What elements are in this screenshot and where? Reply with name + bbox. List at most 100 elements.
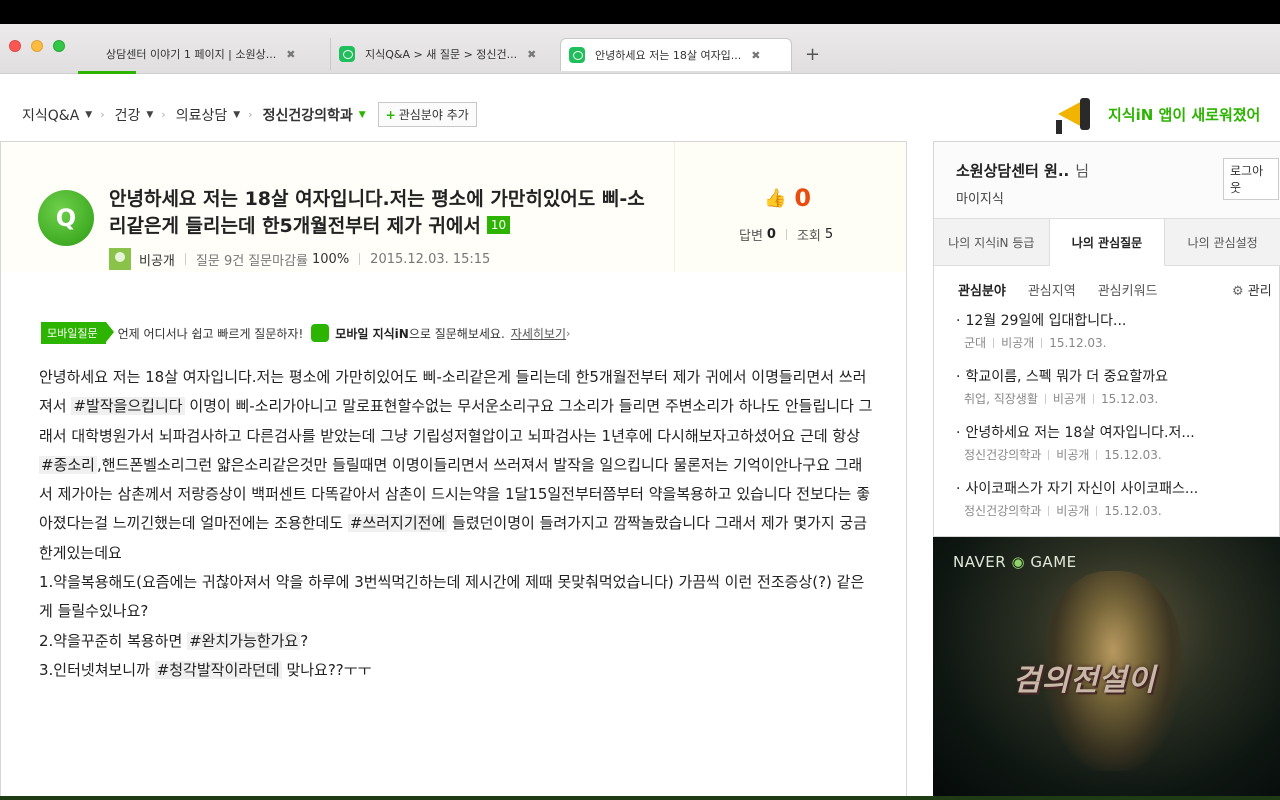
hashtag-link[interactable]: #발작을으킵니다: [71, 397, 185, 416]
caret-down-icon: ▼: [85, 109, 93, 120]
plus-icon: +: [385, 107, 396, 122]
chevron-right-icon: ›: [565, 326, 571, 340]
close-rate-label: 질문마감률: [248, 253, 308, 269]
chevron-right-icon: ›: [248, 108, 253, 121]
list-item-category: 정신건강의학과: [964, 448, 1042, 462]
user-suffix: 님: [1075, 162, 1090, 180]
breadcrumb-label: 지식Q&A: [22, 107, 80, 124]
tab-close-icon[interactable]: ✖: [286, 48, 295, 61]
manage-label: 관리: [1247, 284, 1272, 299]
gear-icon: ⚙: [1232, 284, 1244, 299]
hashtag-link[interactable]: #완치가능한가요: [187, 631, 301, 650]
details-link[interactable]: 자세히보기: [511, 325, 566, 342]
breadcrumb-item-qna[interactable]: 지식Q&A ▼: [22, 105, 100, 125]
answers-count: 0: [766, 227, 776, 242]
tab-close-icon[interactable]: ✖: [751, 49, 760, 62]
browser-tab-2[interactable]: 지식Q&A > 새 질문 > 정신건... ✖: [330, 38, 555, 70]
close-rate: 100%: [312, 251, 350, 267]
chevron-right-icon: ›: [100, 108, 105, 121]
subtab-region[interactable]: 관심지역: [1028, 280, 1076, 299]
mobile-question-banner: 모바일질문 언제 어디서나 쉽고 빠르게 질문하자! 모바일 지식iN 으로 질…: [41, 322, 570, 344]
list-item-author: 비공개: [1056, 504, 1090, 518]
question-count: 질문 9건: [195, 253, 245, 269]
browser-tab-1[interactable]: 상담센터 이야기 1 페이지 | 소원상... ✖: [98, 38, 323, 70]
close-window-button[interactable]: [9, 40, 21, 52]
breadcrumb-label: 정신건강의학과: [262, 107, 353, 124]
naver-game-logo: NAVER ◉ GAME: [953, 553, 1077, 571]
tab-close-icon[interactable]: ✖: [527, 48, 536, 61]
list-item-category: 취업, 직장생활: [964, 392, 1038, 406]
list-item[interactable]: 안녕하세요 저는 18살 여자입니다.저... 정신건강의학과 비공개 15.12.…: [956, 422, 1276, 478]
question-meta: 비공개 질문 9건 질문마감률 100% 2015.12.03. 15:15: [109, 248, 490, 270]
caret-down-icon: ▼: [233, 109, 241, 120]
hashtag-link[interactable]: #종소리: [39, 455, 97, 474]
caret-down-icon: ▼: [358, 109, 366, 120]
question-date: 2015.12.03. 15:15: [370, 251, 491, 267]
list-item-date: 15.12.03.: [1104, 503, 1162, 518]
question-item-1: 1.약을복용해도(요즘에는 귀찮아져서 약을 하루에 3번씩먹긴하는데 제시간에…: [39, 573, 865, 621]
thumbs-up-icon: 👍: [764, 187, 787, 209]
list-item[interactable]: 학교이름, 스펙 뭐가 더 중요할까요 취업, 직장생활 비공개 15.12.03.: [956, 366, 1276, 422]
page: 지식Q&A ▼ › 건강 ▼ › 의료상담 ▼ › 정신건강의학과 ▼ + 관심분야 추…: [0, 74, 1280, 800]
tab-title: 상담센터 이야기 1 페이지 | 소원상...: [106, 48, 277, 61]
subtab-field[interactable]: 관심분야: [958, 280, 1006, 299]
user-name-text: 소원상담센터 원..: [956, 162, 1070, 180]
list-item-title: 학교이름, 스펙 뭐가 더 중요할까요: [956, 366, 1276, 386]
question-stats: 답변 0 조회 5: [739, 225, 833, 244]
views-count: 5: [824, 227, 834, 242]
app-promo-banner[interactable]: 지식iN 앱이 새로워졌어: [1052, 92, 1260, 136]
caret-down-icon: ▼: [146, 109, 154, 120]
breadcrumb: 지식Q&A ▼ › 건강 ▼ › 의료상담 ▼ › 정신건강의학과 ▼ + 관심분야 추…: [22, 102, 477, 127]
browser-chrome: 상담센터 이야기 1 페이지 | 소원상... ✖ 지식Q&A > 새 질문 >…: [0, 24, 1280, 74]
screen-top-bar: [0, 0, 1280, 24]
list-item-title: 안녕하세요 저는 18살 여자입니다.저...: [956, 422, 1276, 442]
mobile-banner-text-2: 으로 질문해보세요.: [408, 326, 505, 341]
bottom-edge: [0, 796, 1280, 800]
list-item-title: 사이코패스가 자기 자신이 사이코패스...: [956, 478, 1276, 498]
list-item[interactable]: 사이코패스가 자기 자신이 사이코패스... 정신건강의학과 비공개 15.12.0…: [956, 478, 1276, 534]
question-q-icon: Q: [38, 190, 94, 246]
list-item[interactable]: 12월 29일에 입대합니다... 군대 비공개 15.12.03.: [956, 310, 1276, 366]
user-name[interactable]: 소원상담센터 원.. 님: [956, 160, 1089, 181]
tab-my-interest-settings[interactable]: 나의 관심설정: [1165, 219, 1280, 265]
hashtag-link[interactable]: #청각발작이라던데: [154, 660, 282, 679]
browser-tab-3-active[interactable]: 안녕하세요 저는 18살 여자입... ✖: [560, 38, 792, 71]
question-body: 안녕하세요 저는 18살 여자입니다.저는 평소에 가만히있어도 삐-소리같은게…: [39, 363, 874, 685]
manage-button[interactable]: ⚙ 관리: [1232, 280, 1272, 299]
new-tab-button[interactable]: +: [805, 44, 820, 65]
user-sidebar: 소원상담센터 원.. 님 마이지식 로그아웃 나의 지식iN 등급 나의 관심질문…: [933, 141, 1280, 537]
add-interest-button[interactable]: + 관심분야 추가: [377, 102, 477, 127]
breadcrumb-item-medical[interactable]: 의료상담 ▼: [176, 105, 248, 125]
my-knowledge-link[interactable]: 마이지식: [956, 188, 1004, 207]
maximize-window-button[interactable]: [53, 40, 65, 52]
game-ad-banner[interactable]: NAVER ◉ GAME 검의전설이: [933, 537, 1280, 800]
list-item-author: 비공개: [1052, 392, 1086, 406]
minimize-window-button[interactable]: [31, 40, 43, 52]
breadcrumb-item-health[interactable]: 건강 ▼: [115, 105, 162, 125]
breadcrumb-item-psychiatry[interactable]: 정신건강의학과 ▼: [263, 105, 374, 125]
list-item-author: 비공개: [1056, 448, 1090, 462]
interest-question-list: 12월 29일에 입대합니다... 군대비공개15.12.03. 학교이름, 스…: [956, 310, 1276, 534]
hashtag-link[interactable]: #쓰러지기전에: [347, 514, 448, 533]
views-label: 조회: [796, 229, 821, 244]
tab-my-grade[interactable]: 나의 지식iN 등급: [934, 219, 1050, 265]
breadcrumb-label: 의료상담: [175, 107, 228, 124]
like-button[interactable]: 👍 0: [764, 184, 811, 212]
avatar: [109, 248, 131, 270]
chevron-right-icon: ›: [161, 108, 166, 121]
list-item-author: 비공개: [1001, 336, 1035, 350]
list-item-date: 15.12.03.: [1104, 447, 1162, 462]
subtab-keyword[interactable]: 관심키워드: [1098, 280, 1158, 299]
list-item-category: 정신건강의학과: [964, 504, 1042, 518]
sidebar-tabs: 나의 지식iN 등급 나의 관심질문 나의 관심설정: [934, 218, 1280, 266]
ad-title: 검의전설이: [1013, 663, 1156, 698]
breadcrumb-label: 건강: [114, 107, 141, 124]
naver-favicon-icon: [339, 46, 355, 62]
tab-my-interest-questions[interactable]: 나의 관심질문: [1049, 219, 1166, 266]
like-count: 0: [794, 184, 812, 212]
naver-favicon-icon: [569, 47, 585, 63]
add-interest-label: 관심분야 추가: [398, 108, 469, 122]
megaphone-icon: [1052, 92, 1094, 136]
mobile-app-icon: [311, 324, 330, 342]
logout-button[interactable]: 로그아웃: [1223, 158, 1279, 200]
